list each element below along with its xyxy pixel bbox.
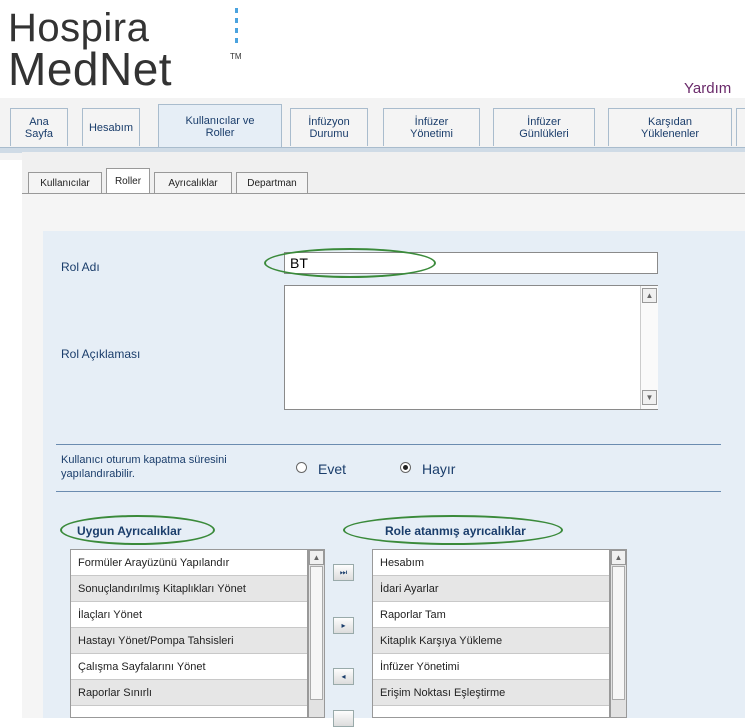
radio-no[interactable]: [400, 462, 411, 473]
scrollbar-thumb[interactable]: [612, 566, 625, 700]
scroll-up-icon[interactable]: ▲: [309, 550, 324, 565]
available-list-scrollbar[interactable]: ▲: [308, 549, 325, 718]
remove-all-button[interactable]: [333, 710, 354, 727]
help-link[interactable]: Yardım: [684, 80, 731, 97]
radio-yes[interactable]: [296, 462, 307, 473]
role-description-label: Rol Açıklaması: [61, 347, 141, 361]
highlight-oval-available: [60, 515, 215, 545]
list-item[interactable]: Raporlar Sınırlı: [71, 680, 307, 706]
list-item[interactable]: Hesabım: [373, 550, 609, 576]
subtab-users[interactable]: Kullanıcılar: [28, 172, 102, 194]
list-item[interactable]: Raporlar Tam: [373, 602, 609, 628]
description-scrollbar[interactable]: ▲ ▼: [640, 286, 658, 409]
tab-infusion-status[interactable]: İnfüzyon Durumu: [290, 108, 368, 146]
tab-users-and-roles[interactable]: Kullanıcılar ve Roller: [158, 104, 282, 149]
subtab-roles[interactable]: Roller: [106, 168, 150, 194]
list-item[interactable]: İnfüzer Yönetimi: [373, 654, 609, 680]
list-item[interactable]: Kitaplık Karşıya Yükleme: [373, 628, 609, 654]
tab-infuser-logs[interactable]: İnfüzer Günlükleri: [493, 108, 595, 146]
timeout-config-label: Kullanıcı oturum kapatma süresini yapıla…: [61, 454, 227, 480]
list-item[interactable]: İdari Ayarlar: [373, 576, 609, 602]
logo-text-mednet: MedNet: [8, 43, 173, 95]
available-privileges-list: Formüler Arayüzünü Yapılandır Sonuçlandı…: [70, 549, 308, 718]
tab-my-account[interactable]: Hesabım: [82, 108, 140, 146]
divider-bottom: [56, 491, 721, 492]
list-item[interactable]: Erişim Noktası Eşleştirme: [373, 680, 609, 706]
add-all-button[interactable]: ⏭: [333, 564, 354, 581]
tab-infuser-management[interactable]: İnfüzer Yönetimi: [383, 108, 480, 146]
list-item[interactable]: Formüler Arayüzünü Yapılandır: [71, 550, 307, 576]
list-item[interactable]: İlaçları Yönet: [71, 602, 307, 628]
radio-no-label: Hayır: [422, 461, 456, 477]
scroll-up-icon[interactable]: ▲: [611, 550, 626, 565]
logo-dotted-bar: [235, 8, 238, 48]
tab-overflow[interactable]: [736, 108, 745, 146]
radio-yes-label: Evet: [318, 461, 347, 477]
scrollbar-thumb[interactable]: [310, 566, 323, 700]
list-item[interactable]: Sonuçlandırılmış Kitaplıkları Yönet: [71, 576, 307, 602]
logo-trademark: TM: [230, 52, 242, 61]
add-selected-button[interactable]: ▸: [333, 617, 354, 634]
subtab-privileges[interactable]: Ayrıcalıklar: [154, 172, 232, 194]
assigned-list-scrollbar[interactable]: ▲: [610, 549, 627, 718]
role-name-label: Rol Adı: [61, 260, 100, 274]
divider-top: [56, 444, 721, 445]
tab-home[interactable]: Ana Sayfa: [10, 108, 68, 146]
highlight-oval-role-name: [264, 248, 436, 278]
scroll-down-icon[interactable]: ▼: [642, 390, 657, 405]
list-item[interactable]: Hastayı Yönet/Pompa Tahsisleri: [71, 628, 307, 654]
tab-downloads[interactable]: Karşıdan Yüklenenler: [608, 108, 732, 146]
highlight-oval-assigned: [343, 515, 563, 545]
subtab-department[interactable]: Departman: [236, 172, 308, 194]
remove-selected-button[interactable]: ◂: [333, 668, 354, 685]
scroll-up-icon[interactable]: ▲: [642, 288, 657, 303]
assigned-privileges-list: Hesabım İdari Ayarlar Raporlar Tam Kitap…: [372, 549, 610, 718]
role-description-textarea[interactable]: [284, 285, 658, 410]
list-item[interactable]: Çalışma Sayfalarını Yönet: [71, 654, 307, 680]
